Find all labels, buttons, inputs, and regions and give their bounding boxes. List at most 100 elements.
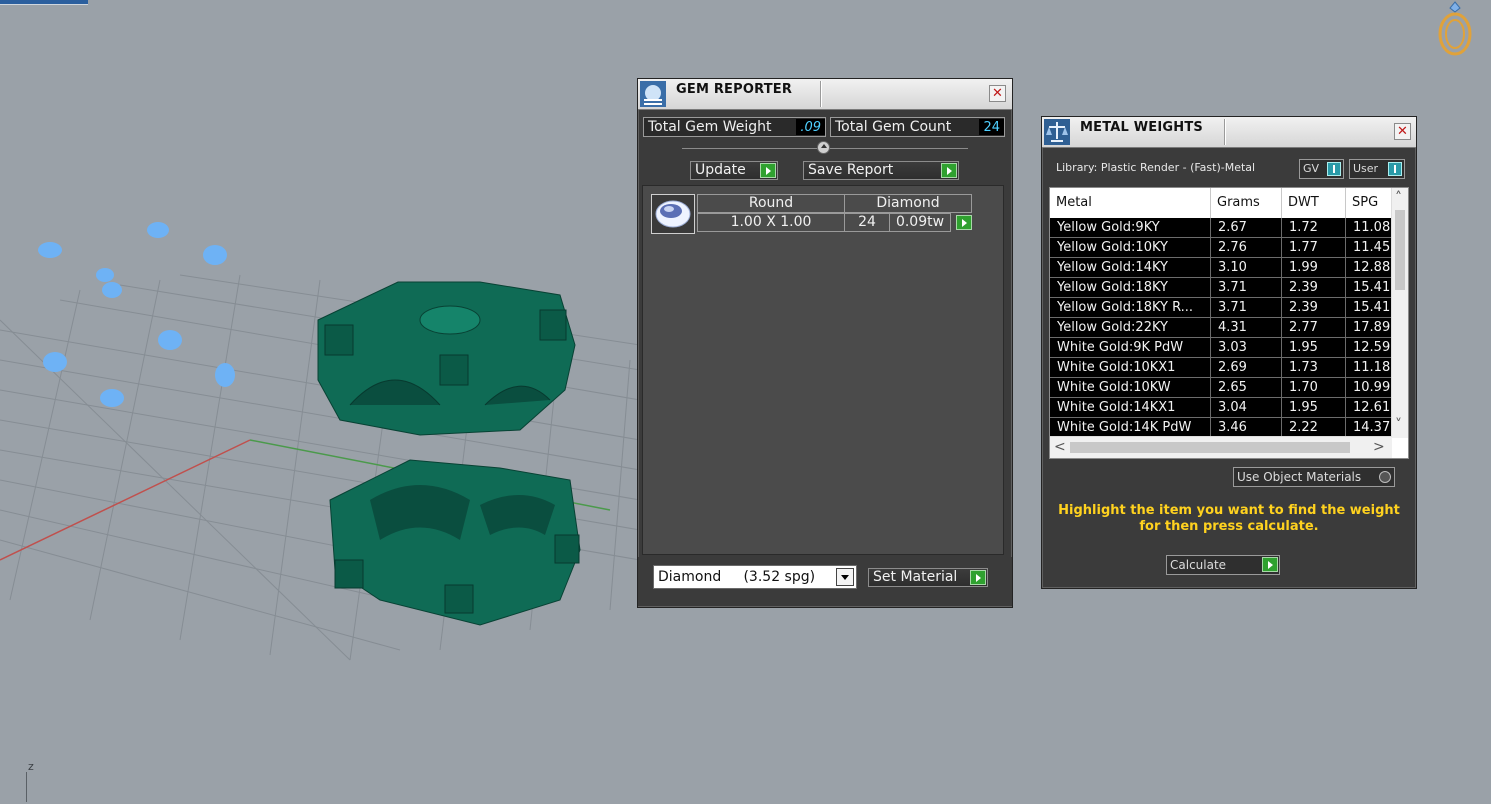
table-header: Metal Grams DWT SPG <box>1050 188 1391 218</box>
table-row[interactable]: White Gold:14KX1 3.04 1.95 12.61 <box>1050 398 1391 418</box>
close-icon: ✕ <box>1397 124 1408 139</box>
gv-label: GV <box>1303 162 1320 175</box>
gem-markers <box>38 222 235 407</box>
column-header-metal[interactable]: Metal <box>1050 188 1211 218</box>
update-label: Update <box>695 162 746 178</box>
title-divider <box>820 81 821 107</box>
table-row[interactable]: White Gold:10KW 2.65 1.70 10.99 <box>1050 378 1391 398</box>
grams-cell: 2.76 <box>1211 238 1282 257</box>
table-row[interactable]: Yellow Gold:10KY 2.76 1.77 11.45 <box>1050 238 1391 258</box>
gem-reporter-titlebar[interactable]: GEM REPORTER ✕ <box>638 79 1012 110</box>
vertical-scrollbar[interactable]: ˄ ˅ <box>1391 188 1408 438</box>
spg-cell: 15.41 <box>1353 300 1391 315</box>
dwt-cell: 1.95 <box>1282 338 1346 357</box>
table-row[interactable]: Yellow Gold:18KY 3.71 2.39 15.41 <box>1050 278 1391 298</box>
gem-reporter-close-button[interactable]: ✕ <box>989 85 1006 102</box>
upper-ring-half <box>317 281 576 436</box>
grams-cell: 3.04 <box>1211 398 1282 417</box>
scroll-up-icon[interactable]: ˄ <box>1395 191 1402 205</box>
gem-count-cell: 24 <box>844 213 890 232</box>
material-select[interactable]: Diamond (3.52 spg) <box>653 565 857 589</box>
vertical-scroll-thumb[interactable] <box>1395 210 1405 290</box>
spg-cell: 11.18 <box>1353 360 1391 375</box>
play-arrow-icon <box>760 163 776 178</box>
gem-weight-cell: 0.09tw <box>889 213 951 232</box>
z-axis-label: z <box>28 760 34 773</box>
set-material-label: Set Material <box>873 569 958 585</box>
gem-reporter-logo-icon <box>640 81 666 107</box>
grams-cell: 3.71 <box>1211 298 1282 317</box>
table-row[interactable]: Yellow Gold:22KY 4.31 2.77 17.89 <box>1050 318 1391 338</box>
horizontal-scrollbar[interactable]: < > <box>1050 436 1392 458</box>
grams-cell: 2.65 <box>1211 378 1282 397</box>
gv-toggle[interactable]: GV <box>1299 159 1344 179</box>
toggle-icon <box>1327 162 1341 176</box>
table-row[interactable]: White Gold:14K PdW 3.46 2.22 14.37 <box>1050 418 1391 436</box>
gem-row-go-button[interactable] <box>950 213 972 232</box>
total-gem-weight-field: Total Gem Weight .09 <box>643 117 826 137</box>
total-gem-weight-label: Total Gem Weight <box>648 119 772 135</box>
table-row[interactable]: Yellow Gold:9KY 2.67 1.72 11.08 <box>1050 218 1391 238</box>
column-header-spg[interactable]: SPG <box>1346 188 1396 218</box>
chevron-down-icon[interactable] <box>836 568 854 586</box>
material-select-value: Diamond (3.52 spg) <box>658 569 816 585</box>
round-diamond-icon <box>655 200 691 228</box>
save-report-button[interactable]: Save Report <box>803 161 959 180</box>
collapse-toggle-icon[interactable] <box>817 141 830 154</box>
use-object-materials-label: Use Object Materials <box>1237 470 1362 484</box>
table-row[interactable]: Yellow Gold:14KY 3.10 1.99 12.88 <box>1050 258 1391 278</box>
spg-cell: 15.41 <box>1353 280 1391 295</box>
calculate-button[interactable]: Calculate <box>1166 555 1280 575</box>
dwt-cell: 2.39 <box>1282 298 1346 317</box>
metal-weights-titlebar[interactable]: METAL WEIGHTS ✕ <box>1042 117 1416 148</box>
x-axis-line <box>0 439 251 561</box>
grams-cell: 3.46 <box>1211 418 1282 436</box>
library-label: Library: Plastic Render - (Fast)-Metal <box>1056 161 1256 174</box>
title-divider <box>1224 119 1225 145</box>
metal-name-cell: White Gold:10KW <box>1050 378 1211 397</box>
table-body: Yellow Gold:9KY 2.67 1.72 11.08 Yellow Gold:… <box>1050 218 1391 436</box>
column-header-grams[interactable]: Grams <box>1211 188 1282 218</box>
metal-name-cell: White Gold:9K PdW <box>1050 338 1211 357</box>
table-row[interactable]: White Gold:10KX1 2.69 1.73 11.18 <box>1050 358 1391 378</box>
grams-cell: 4.31 <box>1211 318 1282 337</box>
play-arrow-icon <box>956 215 972 230</box>
gem-thumbnail[interactable] <box>651 194 695 234</box>
user-toggle[interactable]: User <box>1349 159 1405 179</box>
play-arrow-icon <box>1262 557 1278 572</box>
gem-material-cell: Diamond <box>844 194 972 213</box>
spg-cell: 10.99 <box>1353 380 1391 395</box>
metal-weights-panel: METAL WEIGHTS ✕ Library: Plastic Render … <box>1041 116 1417 589</box>
use-object-materials-option[interactable]: Use Object Materials <box>1233 467 1395 487</box>
scroll-right-icon[interactable]: > <box>1373 440 1385 454</box>
ring-icon[interactable] <box>1432 0 1478 60</box>
radio-icon[interactable] <box>1379 471 1391 483</box>
metal-weights-title: METAL WEIGHTS <box>1080 120 1203 135</box>
spg-cell: 11.08 <box>1353 220 1391 235</box>
scroll-down-icon[interactable]: ˅ <box>1395 418 1402 432</box>
dwt-cell: 1.72 <box>1282 218 1346 237</box>
dwt-cell: 1.95 <box>1282 398 1346 417</box>
table-row[interactable]: White Gold:9K PdW 3.03 1.95 12.59 <box>1050 338 1391 358</box>
play-arrow-icon <box>970 570 986 585</box>
grams-cell: 3.03 <box>1211 338 1282 357</box>
metal-name-cell: Yellow Gold:18KY R... <box>1050 298 1211 317</box>
horizontal-scroll-thumb[interactable] <box>1070 442 1350 453</box>
save-report-label: Save Report <box>808 162 894 178</box>
metal-weights-close-button[interactable]: ✕ <box>1394 123 1411 140</box>
metal-name-cell: Yellow Gold:22KY <box>1050 318 1211 337</box>
scroll-left-icon[interactable]: < <box>1054 440 1066 454</box>
metal-name-cell: Yellow Gold:10KY <box>1050 238 1211 257</box>
close-icon: ✕ <box>992 86 1003 101</box>
gem-reporter-panel: GEM REPORTER ✕ Total Gem Weight .09 Tota… <box>637 78 1013 608</box>
table-row[interactable]: Yellow Gold:18KY R... 3.71 2.39 15.41 <box>1050 298 1391 318</box>
column-header-dwt[interactable]: DWT <box>1282 188 1346 218</box>
gem-shape-cell: Round <box>697 194 845 213</box>
update-button[interactable]: Update <box>690 161 778 180</box>
total-gem-count-label: Total Gem Count <box>835 119 952 135</box>
spg-cell: 14.37 <box>1353 420 1391 435</box>
toggle-icon <box>1388 162 1402 176</box>
set-material-button[interactable]: Set Material <box>868 568 988 587</box>
metal-name-cell: White Gold:14K PdW <box>1050 418 1211 436</box>
dwt-cell: 2.22 <box>1282 418 1346 436</box>
